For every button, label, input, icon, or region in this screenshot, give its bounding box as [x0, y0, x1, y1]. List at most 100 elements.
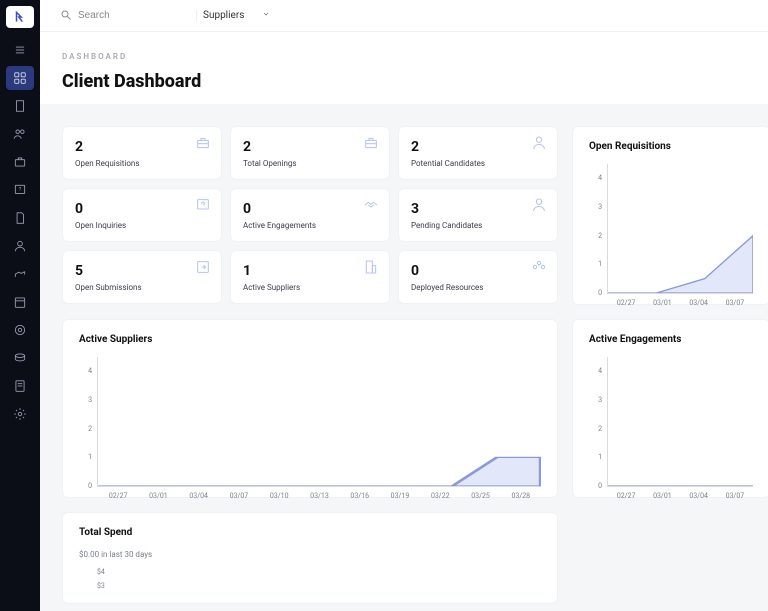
y-tick: 3: [590, 396, 606, 404]
y-tick: 4: [590, 174, 606, 182]
stat-value: 2: [243, 139, 377, 155]
search-input[interactable]: [78, 10, 188, 21]
breadcrumb: DASHBOARD: [62, 52, 746, 61]
chart-title: Active Suppliers: [79, 334, 541, 345]
nav-settings-icon[interactable]: [6, 402, 34, 426]
chart-title: Active Engagements: [589, 334, 753, 345]
x-tick: 03/04: [179, 492, 219, 500]
y-tick: $4: [97, 565, 541, 579]
x-tick: 03/01: [138, 492, 178, 500]
briefcase-icon: [195, 135, 211, 155]
chart-title: Total Spend: [79, 527, 541, 538]
nav-document-icon[interactable]: [6, 206, 34, 230]
spend-subtitle: $0.00 in last 30 days: [79, 550, 541, 559]
y-tick: 0: [590, 289, 606, 297]
open-requisitions-chart-card: Open Requisitions 0123402/2703/0103/0403…: [572, 126, 768, 305]
active-engagements-chart-card: Active Engagements 0123402/2703/0103/040…: [572, 319, 768, 498]
y-tick: 1: [590, 453, 606, 461]
chevron-down-icon: [262, 10, 270, 21]
total-spend-card: Total Spend $0.00 in last 30 days $4 $3: [62, 512, 558, 604]
active-suppliers-chart-card: Active Suppliers 0123402/2703/0103/0403/…: [62, 319, 558, 498]
person-icon: [531, 135, 547, 155]
stat-card[interactable]: 1 Active Suppliers: [230, 250, 390, 304]
nav-building-icon[interactable]: [6, 94, 34, 118]
logo[interactable]: [6, 6, 34, 28]
x-tick: 03/04: [681, 492, 717, 500]
nav-calendar-icon[interactable]: [6, 290, 34, 314]
stat-label: Open Inquiries: [75, 221, 209, 230]
category-label: Suppliers: [203, 10, 244, 21]
y-tick: 3: [590, 203, 606, 211]
stat-card[interactable]: 2 Total Openings: [230, 126, 390, 180]
chart-title: Open Requisitions: [589, 141, 753, 152]
nav-inquiry-icon[interactable]: ?: [6, 178, 34, 202]
y-tick: 0: [590, 482, 606, 490]
y-tick: 1: [590, 260, 606, 268]
inquiry-icon: [195, 197, 211, 217]
search-wrap: [60, 6, 188, 25]
stat-label: Potential Candidates: [411, 159, 545, 168]
page-head: DASHBOARD Client Dashboard: [40, 32, 768, 104]
stat-value: 3: [411, 201, 545, 217]
nav-dashboard-icon[interactable]: [6, 66, 34, 90]
page-title: Client Dashboard: [62, 71, 746, 92]
chart-body: 0123402/2703/0103/0403/0703/1003/1303/16…: [97, 357, 541, 487]
person-icon: [531, 197, 547, 217]
stat-card[interactable]: 0Deployed Resources: [398, 250, 558, 304]
stat-value: 2: [75, 139, 209, 155]
stat-label: Active Engagements: [243, 221, 377, 230]
y-tick: 4: [590, 367, 606, 375]
topbar: Suppliers: [40, 0, 768, 32]
x-tick: 03/04: [681, 299, 717, 307]
briefcase-icon: [363, 135, 379, 155]
x-tick: 03/10: [259, 492, 299, 500]
y-tick: 1: [80, 453, 96, 461]
svg-text:?: ?: [19, 187, 22, 193]
sidebar: ?: [0, 0, 40, 611]
x-tick: 03/13: [299, 492, 339, 500]
x-tick: 02/27: [98, 492, 138, 500]
x-tick: 03/25: [460, 492, 500, 500]
stat-card[interactable]: 2Open Requisitions: [62, 126, 222, 180]
chart-body: 0123402/2703/0103/0403/07: [607, 357, 753, 487]
stat-label: Deployed Resources: [411, 283, 545, 292]
nav-list-icon[interactable]: [6, 38, 34, 62]
stat-label: Open Submissions: [75, 283, 209, 292]
search-icon: [60, 6, 72, 25]
stat-value: 5: [75, 263, 209, 279]
y-tick: 3: [80, 396, 96, 404]
stat-label: Active Suppliers: [243, 283, 377, 292]
stat-card[interactable]: 0Active Engagements: [230, 188, 390, 242]
nav-briefcase-icon[interactable]: [6, 150, 34, 174]
nav-coin-icon[interactable]: [6, 346, 34, 370]
stat-value: 1: [243, 263, 377, 279]
stats-grid: 2Open Requisitions2Total Openings2Potent…: [62, 126, 558, 305]
handshake-icon: [363, 197, 379, 217]
x-tick: 03/07: [717, 299, 753, 307]
stat-label: Pending Candidates: [411, 221, 545, 230]
x-tick: 03/01: [644, 299, 680, 307]
stat-value: 2: [411, 139, 545, 155]
nav-deploy-icon[interactable]: [6, 262, 34, 286]
nav-team-icon[interactable]: [6, 122, 34, 146]
stat-card[interactable]: 0 Open Inquiries: [62, 188, 222, 242]
nav-user-icon[interactable]: [6, 234, 34, 258]
x-tick: 03/07: [717, 492, 753, 500]
stat-value: 0: [75, 201, 209, 217]
x-tick: 03/01: [644, 492, 680, 500]
building-icon: [363, 259, 379, 279]
category-select[interactable]: Suppliers: [196, 10, 276, 21]
y-tick: 0: [80, 482, 96, 490]
stat-card[interactable]: 2 Potential Candidates: [398, 126, 558, 180]
team-icon: [531, 259, 547, 279]
chart-body: 0123402/2703/0103/0403/07: [607, 164, 753, 294]
y-tick: 2: [590, 425, 606, 433]
nav-target-icon[interactable]: [6, 318, 34, 342]
stat-card[interactable]: 3 Pending Candidates: [398, 188, 558, 242]
content: 2Open Requisitions2Total Openings2Potent…: [40, 104, 768, 604]
stat-card[interactable]: 5 Open Submissions: [62, 250, 222, 304]
x-tick: 03/28: [501, 492, 541, 500]
stat-label: Total Openings: [243, 159, 377, 168]
nav-report-icon[interactable]: [6, 374, 34, 398]
x-tick: 02/27: [608, 299, 644, 307]
